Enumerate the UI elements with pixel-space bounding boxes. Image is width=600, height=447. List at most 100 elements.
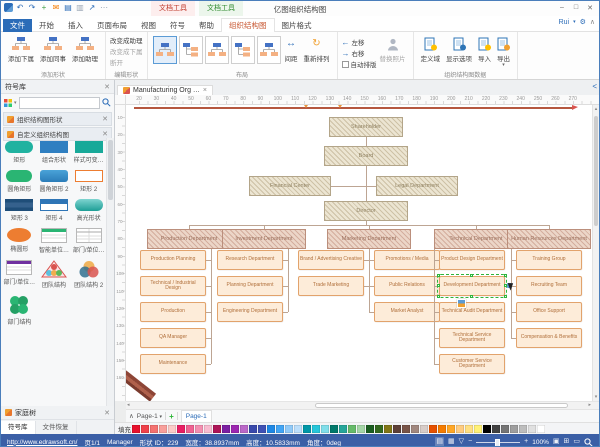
org-data-button-1[interactable]: 显示选项 (443, 34, 475, 64)
collapse-ribbon-icon[interactable]: ∧ (590, 18, 595, 26)
collapse-icon[interactable]: ∧ (129, 412, 134, 420)
library-section-0[interactable]: 组织结构图形状✕ (3, 112, 112, 126)
quick-layout-icon[interactable] (457, 299, 466, 308)
org-node-child[interactable]: Office Support (516, 302, 582, 322)
collapse-right-panel-icon[interactable]: < (592, 82, 597, 91)
layout-thumb-1[interactable] (179, 36, 203, 64)
page-dropdown[interactable]: Page-1 ▾ (137, 413, 162, 420)
shape-item-0[interactable]: 矩形 (2, 138, 37, 164)
org-node-dept-1[interactable]: Investment Department (222, 229, 306, 249)
org-node-child[interactable]: Market Analyst (374, 302, 440, 322)
org-data-button-3[interactable]: 导出▾ (494, 34, 513, 68)
move-right-button[interactable]: →右移 (342, 48, 377, 58)
fill-swatch[interactable] (321, 425, 329, 433)
fill-swatch[interactable] (276, 425, 284, 433)
shape-item-7[interactable]: 矩形 4 (37, 196, 72, 222)
close-icon[interactable]: ✕ (102, 115, 108, 123)
minimize-icon[interactable]: – (555, 1, 569, 14)
sidebar-scrollbar[interactable] (106, 138, 114, 406)
qat-more-icon[interactable]: ⋯ (99, 2, 109, 13)
org-node-staff-0[interactable]: Financial Center (249, 176, 331, 196)
close-icon[interactable]: ✕ (104, 83, 110, 91)
edit-shape-button-0[interactable]: 改变成助理 (110, 36, 143, 47)
undo-icon[interactable]: ↶ (15, 2, 25, 13)
redo-icon[interactable]: ↷ (27, 2, 37, 13)
zoom-level[interactable]: 100% (532, 439, 549, 446)
chevron-down-icon[interactable]: ▾ (573, 19, 576, 25)
org-node-child[interactable]: Brand / Advertising Creative (298, 250, 364, 270)
fill-swatch[interactable] (492, 425, 500, 433)
fill-swatch[interactable] (213, 425, 221, 433)
org-node-board[interactable]: Board (324, 146, 408, 166)
horizontal-scrollbar[interactable]: ◂ ▸ (126, 401, 599, 409)
shape-item-13[interactable]: 团队结构 (37, 257, 72, 289)
tab-符号[interactable]: 符号 (163, 19, 192, 32)
scroll-down-icon[interactable]: ▾ (593, 394, 599, 400)
scroll-left-icon[interactable]: ◂ (127, 402, 130, 409)
org-node-dept-0[interactable]: Production Department (147, 229, 231, 249)
shape-item-3[interactable]: 圆角矩形 (2, 167, 37, 193)
org-node-child[interactable]: Technical / Industrial Design (140, 276, 206, 296)
account-name[interactable]: Rui (559, 19, 570, 26)
selection-handle[interactable] (437, 284, 440, 287)
fill-swatch[interactable] (339, 425, 347, 433)
selection-handle[interactable] (470, 295, 473, 298)
tab-插入[interactable]: 插入 (61, 19, 90, 32)
auto-layout-checkbox[interactable]: 自动排版 (342, 59, 377, 69)
org-data-button-2[interactable]: 导入 (475, 34, 494, 64)
fill-swatch[interactable] (483, 425, 491, 433)
org-node-child[interactable]: Trade Marketing (298, 276, 364, 296)
document-tab[interactable]: Manufacturing Org … × (117, 85, 213, 95)
scrollbar-thumb[interactable] (108, 140, 113, 200)
fill-swatch[interactable] (393, 425, 401, 433)
org-node-shareholder[interactable]: Shareholder (329, 117, 403, 137)
add-shape-button-1[interactable]: 添加同事 (37, 34, 69, 64)
selection-handle[interactable] (504, 274, 507, 277)
chevron-down-icon[interactable]: ▾ (14, 100, 17, 106)
spacing-button[interactable]: ↔间距 (282, 34, 301, 64)
fill-swatch[interactable] (438, 425, 446, 433)
tab-组织结构图[interactable]: 组织结构图 (221, 18, 275, 33)
org-node-child[interactable]: Engineering Department (217, 302, 283, 322)
drawing-page[interactable]: Shareholder Board Financial Center Legal De… (126, 105, 599, 401)
move-left-button[interactable]: ←左移 (342, 37, 377, 47)
org-node-child[interactable]: Technical Audit Department (439, 302, 505, 322)
org-node-dept-3[interactable]: Technical Department (434, 229, 518, 249)
fill-swatch[interactable] (132, 425, 140, 433)
fill-swatch[interactable] (429, 425, 437, 433)
selection-handle[interactable] (504, 295, 507, 298)
tab-帮助[interactable]: 帮助 (192, 19, 221, 32)
close-icon[interactable]: × (203, 87, 207, 94)
org-node-staff-1[interactable]: Legal Department (376, 176, 458, 196)
fill-swatch[interactable] (285, 425, 293, 433)
tab-文件[interactable]: 文件 (3, 19, 32, 32)
fill-swatch[interactable] (348, 425, 356, 433)
org-node-child[interactable]: Production (140, 302, 206, 322)
fill-swatch[interactable] (177, 425, 185, 433)
fill-swatch[interactable] (366, 425, 374, 433)
shape-item-11[interactable]: 部门/单位… (71, 225, 106, 254)
layout-thumb-3[interactable] (231, 36, 255, 64)
shape-item-5[interactable]: 矩形 2 (71, 167, 106, 193)
org-node-child[interactable]: Public Relations (374, 276, 440, 296)
fill-swatch[interactable] (447, 425, 455, 433)
fill-swatch[interactable] (249, 425, 257, 433)
gear-icon[interactable]: ⚙ (580, 18, 586, 26)
fill-swatch[interactable] (168, 425, 176, 433)
org-node-dept-2[interactable]: Marketing Department (327, 229, 411, 249)
rearrange-button[interactable]: ↻重新排列 (301, 34, 333, 64)
scrollbar-thumb[interactable] (594, 116, 598, 226)
zoom-slider-thumb[interactable] (495, 439, 500, 447)
org-data-button-0[interactable]: 定义域 (418, 34, 444, 64)
edraw-logo-icon[interactable] (4, 3, 13, 12)
fill-swatch[interactable] (204, 425, 212, 433)
org-node-child[interactable]: Product Design Department (439, 250, 505, 270)
shape-item-9[interactable]: 椭圆形 (2, 225, 37, 254)
view-normal-icon[interactable]: ▤ (435, 437, 444, 447)
fullscreen-icon[interactable]: ▭ (573, 437, 580, 447)
view-page-icon[interactable]: ▦ (448, 437, 455, 447)
fill-swatch[interactable] (267, 425, 275, 433)
org-node-child[interactable]: Technical Service Department (439, 328, 505, 348)
status-url[interactable]: http://www.edrawsoft.cn/ (7, 439, 77, 446)
fill-swatch[interactable] (537, 425, 545, 433)
